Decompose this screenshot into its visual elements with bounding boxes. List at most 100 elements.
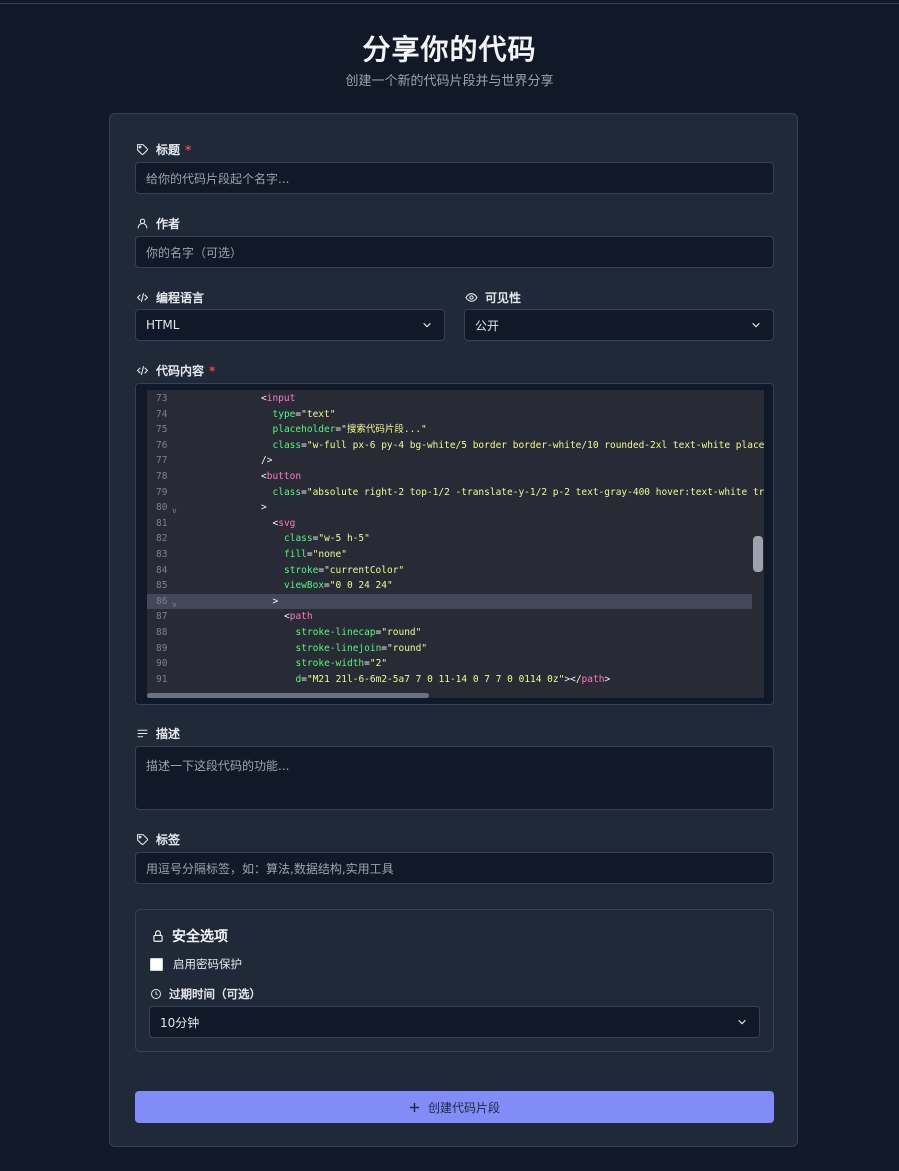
code-text: stroke-linecap="round"	[296, 625, 422, 641]
author-label-text: 作者	[156, 217, 181, 231]
password-protection-label[interactable]: 启用密码保护	[173, 956, 242, 972]
code-token: "w-5 h-5"	[318, 533, 370, 545]
code-text: placeholder="搜索代码片段..."	[273, 422, 427, 438]
code-token: stroke-linejoin	[295, 642, 382, 654]
code-line: 90 stroke-width="2"	[147, 656, 752, 672]
code-token: path	[289, 611, 313, 623]
code-line: 74 type="text"	[147, 407, 752, 423]
code-token: "w-full px-6 py-4 bg-white/5 border bord…	[306, 439, 764, 451]
expire-select[interactable]: 10分钟	[149, 1006, 760, 1038]
code-token: "0 0 24 24"	[329, 580, 393, 592]
plus-icon	[409, 1102, 420, 1112]
expire-label: 过期时间（可选）	[150, 986, 261, 1002]
code-text: <svg	[273, 516, 296, 532]
description-textarea[interactable]: 描述一下这段代码的功能...	[135, 746, 774, 810]
code-token: button	[266, 471, 302, 482]
security-options-panel: 安全选项 启用密码保护 过期时间（可选） 10分钟	[135, 909, 774, 1052]
expire-select-value: 10分钟	[160, 1015, 200, 1030]
code-text: viewBox="0 0 24 24"	[284, 578, 393, 594]
line-number: 77	[156, 455, 168, 467]
description-placeholder: 描述一下这段代码的功能...	[146, 759, 290, 773]
code-label-text: 代码内容	[156, 364, 205, 378]
tags-input[interactable]: 用逗号分隔标签，如：算法,数据结构,实用工具	[135, 852, 774, 884]
code-line: 89 stroke-linejoin="round"	[147, 641, 752, 657]
code-text: stroke="currentColor"	[284, 563, 404, 579]
code-icon	[136, 293, 149, 302]
line-number: 85	[156, 580, 168, 592]
tags-label: 标签	[136, 831, 180, 848]
code-text: fill="none"	[284, 547, 347, 563]
top-border	[0, 3, 899, 4]
lock-icon	[153, 930, 163, 942]
code-line: 87 <path	[147, 609, 752, 625]
code-line: 88 stroke-linecap="round"	[147, 625, 752, 641]
chevron-down-icon	[738, 1019, 746, 1025]
code-text: d="M21 21l-6-6m2-5a7 7 0 11-14 0 7 7 0 0…	[296, 672, 611, 688]
vertical-scrollbar[interactable]	[753, 536, 763, 572]
code-token: "round"	[387, 642, 428, 654]
line-number: 81	[156, 517, 168, 529]
line-number: 79	[156, 486, 168, 498]
page-title: 分享你的代码	[362, 33, 537, 66]
code-text: class="w-full px-6 py-4 bg-white/5 borde…	[273, 438, 765, 454]
code-editor: 73 <input 74 type="text" 75 placeholder="搜索代码…	[135, 383, 774, 705]
code-token: class	[272, 486, 302, 498]
visibility-select-value: 公开	[475, 318, 500, 333]
code-token: >	[604, 673, 611, 685]
line-number: 74	[156, 408, 168, 420]
code-editor-content[interactable]: 73 <input 74 type="text" 75 placeholder="搜索代码…	[147, 390, 764, 698]
code-token: "2"	[369, 658, 388, 670]
code-line: 91 d="M21 21l-6-6m2-5a7 7 0 11-14 0 7 7 0…	[147, 672, 752, 688]
line-number: 84	[156, 564, 168, 576]
horizontal-scrollbar[interactable]	[147, 693, 429, 698]
author-input[interactable]: 你的名字（可选）	[135, 236, 774, 268]
tag-icon	[137, 144, 148, 155]
text-align-icon	[137, 729, 148, 738]
eye-icon	[465, 293, 478, 302]
code-line: 81 <svg	[147, 516, 752, 532]
chevron-down-icon	[423, 322, 431, 328]
code-token: "absolute right-2 top-1/2 -translate-y-1…	[306, 486, 764, 498]
code-token: "text"	[301, 408, 336, 420]
visibility-label: 可见性	[465, 289, 521, 306]
code-text: />	[261, 453, 272, 469]
code-text: >	[273, 594, 279, 610]
code-token: "round"	[381, 627, 422, 638]
chevron-down-icon	[752, 322, 760, 328]
tags-label-text: 标签	[156, 833, 181, 847]
title-input[interactable]: 给你的代码片段起个名字...	[135, 162, 774, 194]
required-mark: *	[185, 142, 192, 157]
security-title: 安全选项	[151, 926, 228, 946]
code-token: class	[272, 439, 302, 451]
title-label-text: 标题	[156, 143, 181, 157]
code-line: 82 class="w-5 h-5"	[147, 531, 752, 547]
language-select[interactable]: HTML	[135, 309, 445, 341]
visibility-select[interactable]: 公开	[464, 309, 774, 341]
code-token: </	[570, 673, 582, 685]
code-token: stroke-width	[295, 658, 365, 670]
code-line: 79 class="absolute right-2 top-1/2 -trans…	[147, 485, 764, 501]
line-number: 76	[156, 439, 168, 451]
code-text: >	[261, 500, 267, 516]
author-input-placeholder: 你的名字（可选）	[146, 245, 243, 260]
create-snippet-label: 创建代码片段	[427, 1100, 500, 1115]
password-protection-checkbox[interactable]	[150, 957, 163, 971]
code-token: viewBox	[284, 580, 325, 592]
user-icon	[137, 218, 148, 229]
code-line: 73 <input	[147, 391, 752, 407]
code-token: fill	[284, 549, 307, 560]
language-label: 编程语言	[136, 289, 204, 306]
code-text: <input	[261, 391, 295, 407]
clock-icon	[151, 989, 161, 999]
security-title-text: 安全选项	[172, 929, 228, 945]
code-token: >	[272, 595, 279, 607]
code-token: input	[266, 393, 296, 404]
code-line: 75 placeholder="搜索代码片段..."	[147, 422, 752, 438]
code-token: "none"	[312, 549, 347, 560]
line-number: 73	[156, 393, 168, 404]
code-line: 83 fill="none"	[147, 547, 752, 563]
line-number: 90	[156, 658, 168, 670]
create-snippet-button[interactable]: 创建代码片段	[135, 1091, 774, 1123]
language-select-value: HTML	[146, 318, 180, 332]
code-line: 85 viewBox="0 0 24 24"	[147, 578, 752, 594]
